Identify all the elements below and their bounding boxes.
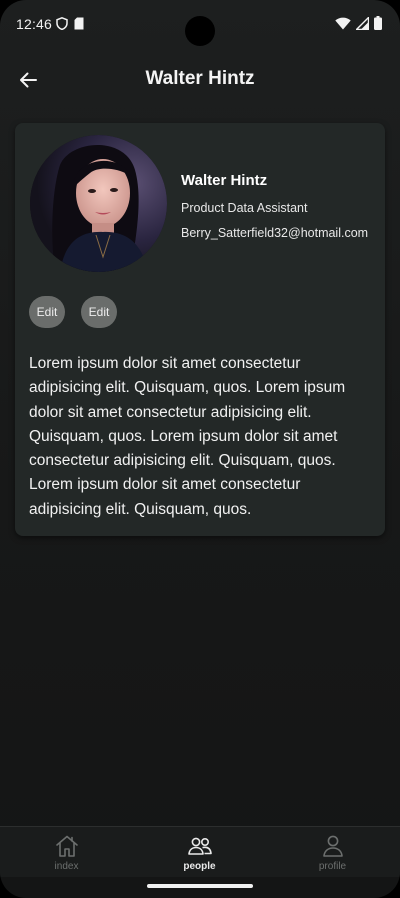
edit-button-1[interactable]: Edit — [29, 296, 65, 328]
nav-item-people[interactable]: people — [133, 827, 266, 877]
bio-text: Lorem ipsum dolor sit amet consectetur a… — [29, 355, 346, 518]
people-icon — [187, 837, 212, 855]
shield-icon — [56, 17, 68, 30]
avatar-photo — [30, 135, 167, 272]
signal-icon — [356, 16, 369, 30]
avatar — [30, 135, 167, 272]
camera-cutout — [185, 16, 215, 46]
home-icon — [55, 835, 78, 857]
sim-card-icon — [74, 17, 84, 30]
profile-card: Walter Hintz Product Data Assistant Berr… — [15, 123, 385, 536]
nav-label-profile: profile — [318, 861, 347, 872]
bottom-nav: index people profile — [0, 826, 400, 877]
status-time: 12:46 — [16, 16, 53, 32]
status-bar: 12:46 — [0, 0, 400, 52]
status-left-icons — [56, 17, 84, 30]
battery-icon — [374, 16, 382, 30]
app-bar: Walter Hintz — [0, 56, 400, 104]
nav-item-index[interactable]: index — [0, 827, 133, 877]
wifi-icon — [335, 17, 351, 29]
nav-item-profile[interactable]: profile — [266, 827, 399, 877]
user-name: Walter Hintz — [181, 172, 268, 189]
nav-label-people: people — [183, 861, 216, 872]
person-icon — [322, 835, 343, 857]
status-right-icons — [335, 16, 382, 30]
user-job-title: Product Data Assistant — [181, 201, 308, 215]
edit-button-2[interactable]: Edit — [81, 296, 117, 328]
nav-label-index: index — [54, 861, 79, 872]
phone-screen: 12:46 Walter Hintz Walter Hintz Product … — [0, 0, 400, 898]
home-indicator[interactable] — [147, 884, 253, 888]
user-email: Berry_Satterfield32@hotmail.com — [181, 226, 369, 240]
page-title: Walter Hintz — [145, 68, 255, 89]
